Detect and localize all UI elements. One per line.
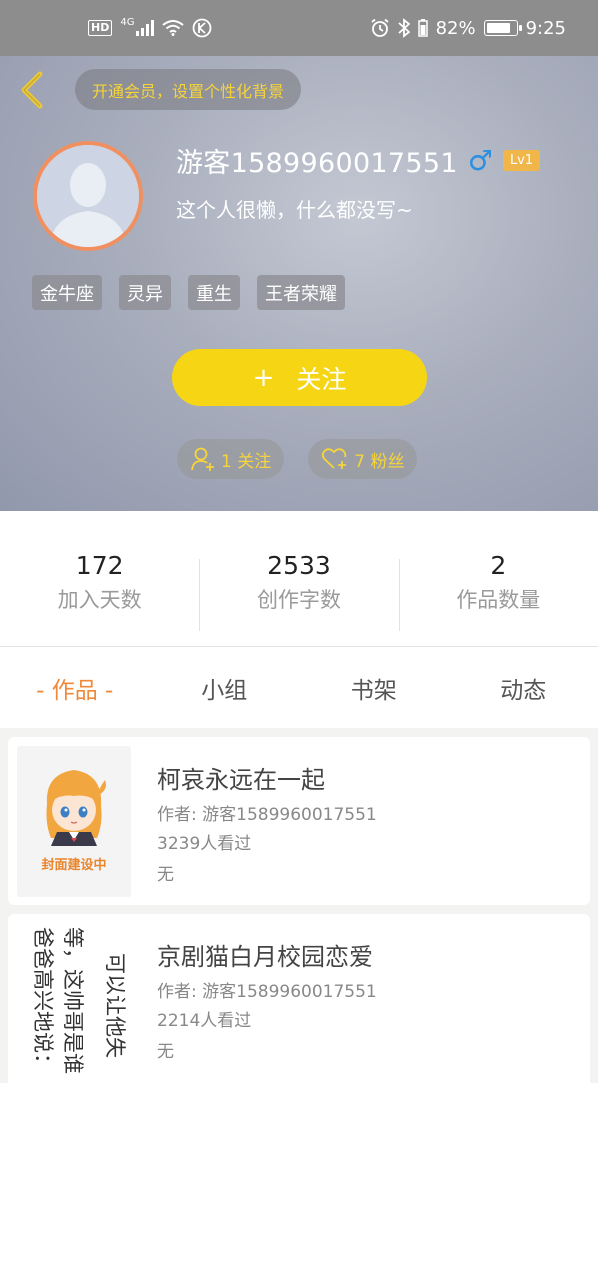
work-views: 3239人看过 (157, 834, 252, 854)
username: 游客1589960017551 (176, 148, 458, 179)
status-left: HD 4G (88, 16, 212, 38)
stat-value: 172 (75, 551, 124, 580)
default-user-icon (37, 145, 139, 247)
male-gender-icon: ♂ (467, 143, 493, 177)
tag[interactable]: 重生 (188, 275, 240, 310)
profile-header: 开通会员，设置个性化背景 游客1589960017551 ♂ Lv1 这个人很懒… (0, 56, 598, 511)
work-cover: 等，这帅哥是谁 爸爸高兴地说： 可以让他失 (17, 923, 131, 1074)
status-right: 82% 9:25 (370, 18, 566, 39)
tab-bookshelf[interactable]: 书架 (299, 648, 449, 728)
follow-button[interactable]: + 关注 (172, 349, 427, 406)
username-row: 游客1589960017551 ♂ Lv1 (176, 141, 541, 180)
stat-label: 创作字数 (256, 588, 341, 612)
work-card[interactable]: 封面建设中 柯哀永远在一起 作者: 游客1589960017551 3239人看… (8, 737, 590, 905)
stat-word-count: 2533 创作字数 (199, 511, 398, 646)
battery-icon (483, 20, 522, 36)
tag-list: 金牛座 灵异 重生 王者荣耀 (32, 275, 345, 310)
hd-indicator: HD (88, 20, 113, 36)
follow-label: 关注 (296, 364, 347, 394)
tab-works[interactable]: - 作品 - (0, 648, 150, 728)
tab-bar: - 作品 - 小组 书架 动态 (0, 648, 598, 728)
avatar[interactable] (33, 141, 143, 251)
level-badge: Lv1 (502, 150, 541, 171)
work-description: 无 (157, 865, 174, 885)
stat-value: 2533 (267, 551, 331, 580)
user-add-icon (191, 447, 214, 471)
network-type: 4G (120, 16, 135, 28)
k-app-icon (192, 18, 212, 38)
work-cover: 封面建设中 (17, 746, 131, 897)
back-button[interactable] (14, 70, 50, 110)
fans-button[interactable]: 7 粉丝 (308, 439, 418, 479)
stat-join-days: 172 加入天数 (0, 511, 199, 646)
battery-small-icon (417, 19, 428, 37)
stat-works-count: 2 作品数量 (398, 511, 598, 646)
clock: 9:25 (525, 17, 566, 39)
stat-label: 加入天数 (57, 588, 142, 612)
stat-value: 2 (490, 551, 507, 580)
social-counts: 1 关注 7 粉丝 (177, 439, 418, 479)
work-description: 无 (157, 1042, 174, 1062)
cover-text-line: 爸爸高兴地说： (31, 927, 55, 1074)
stats-bar: 172 加入天数 2533 创作字数 2 作品数量 (0, 511, 598, 647)
bio-text: 这个人很懒，什么都没写~ (176, 198, 413, 222)
stat-label: 作品数量 (456, 588, 541, 612)
following-count: 1 关注 (221, 451, 272, 472)
work-views: 2214人看过 (157, 1011, 252, 1031)
battery-fill (486, 23, 510, 33)
status-bar: HD 4G 82% 9:25 (0, 0, 598, 56)
tab-groups[interactable]: 小组 (150, 648, 300, 728)
work-title: 柯哀永远在一起 (157, 766, 325, 794)
plus-icon: + (252, 362, 275, 393)
cover-placeholder-label: 封面建设中 (41, 858, 107, 873)
cover-text-line: 可以让他失 (103, 953, 127, 1058)
vip-background-banner[interactable]: 开通会员，设置个性化背景 (75, 69, 302, 110)
tag[interactable]: 王者荣耀 (257, 275, 345, 310)
work-author: 作者: 游客1589960017551 (157, 805, 377, 825)
bluetooth-icon (397, 18, 410, 38)
anime-girl-illustration (17, 746, 131, 897)
work-title: 京剧猫白月校园恋爱 (157, 943, 373, 971)
following-button[interactable]: 1 关注 (177, 439, 285, 479)
cover-text-line: 等，这帅哥是谁 (61, 927, 85, 1074)
tag[interactable]: 金牛座 (32, 275, 102, 310)
chevron-left-icon (21, 71, 43, 109)
alarm-icon (370, 18, 390, 38)
fans-count: 7 粉丝 (354, 451, 405, 472)
work-card[interactable]: 等，这帅哥是谁 爸爸高兴地说： 可以让他失 京剧猫白月校园恋爱 作者: 游客15… (8, 914, 590, 1083)
heart-add-icon (322, 448, 347, 469)
work-author: 作者: 游客1589960017551 (157, 982, 377, 1002)
battery-percent: 82% (435, 17, 476, 39)
wifi-icon (162, 20, 185, 36)
signal-icon (136, 20, 155, 36)
tag[interactable]: 灵异 (119, 275, 171, 310)
tab-activity[interactable]: 动态 (449, 648, 598, 728)
